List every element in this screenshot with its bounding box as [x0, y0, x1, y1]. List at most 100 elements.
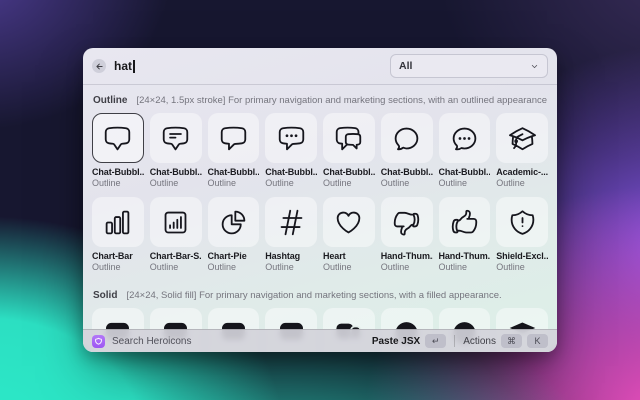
icon-style: Outline	[208, 262, 260, 272]
icon-style: Outline	[439, 262, 491, 272]
search-header: hat All	[83, 48, 557, 85]
section-title: Outline	[93, 95, 127, 106]
icon-tile[interactable]	[150, 197, 202, 247]
command-bar-brand: Search Heroicons	[112, 336, 191, 347]
icon-style: Outline	[150, 178, 202, 188]
icon-style: Outline	[265, 262, 317, 272]
icon-name: Chat-Bubbl...	[381, 167, 433, 177]
chat-bubble-bottom-center-icon	[103, 124, 132, 153]
chat-bubble-left-icon	[219, 124, 248, 153]
icon-name: Shield-Excl...	[496, 251, 548, 261]
desktop-background: hat All Outline [24×24, 1.5px stroke] Fo…	[0, 0, 640, 400]
icon-name: Chat-Bubbl...	[150, 167, 202, 177]
icon-tile[interactable]	[150, 113, 202, 163]
icon-result-chat-bubble-left[interactable]: Chat-Bubbl... Outline	[208, 113, 260, 188]
icon-tile[interactable]	[381, 113, 433, 163]
chat-bubble-bottom-center-text-icon	[161, 124, 190, 153]
section-description: [24×24, 1.5px stroke] For primary naviga…	[136, 95, 547, 106]
icon-name: Chat-Bubbl...	[439, 167, 491, 177]
icon-tile[interactable]	[439, 197, 491, 247]
chart-bar-icon	[103, 208, 132, 237]
chat-bubble-oval-left-icon	[392, 124, 421, 153]
style-filter-value: All	[399, 60, 412, 72]
icon-style: Outline	[265, 178, 317, 188]
icon-name: Chat-Bubbl...	[92, 167, 144, 177]
section-header-solid: Solid [24×24, Solid fill] For primary na…	[93, 290, 547, 301]
heroicons-search-palette: hat All Outline [24×24, 1.5px stroke] Fo…	[83, 48, 557, 352]
outline-icon-grid: Chat-Bubbl... Outline Chat-Bubbl... Outl…	[92, 113, 548, 281]
actions-menu[interactable]: Actions	[463, 336, 496, 347]
icon-name: Hashtag	[265, 251, 317, 261]
icon-tile[interactable]	[208, 197, 260, 247]
style-filter-dropdown[interactable]: All	[390, 54, 548, 78]
chevron-down-icon	[530, 62, 539, 71]
icon-tile[interactable]	[323, 113, 375, 163]
icon-name: Chart-Bar-S...	[150, 251, 202, 261]
return-key[interactable]: ↵	[425, 334, 446, 348]
icon-style: Outline	[496, 178, 548, 188]
icon-tile[interactable]	[92, 197, 144, 247]
shield-exclamation-icon	[508, 208, 537, 237]
icon-name: Chat-Bubbl...	[265, 167, 317, 177]
command-bar: Search Heroicons Paste JSX ↵ Actions ⌘ K	[83, 329, 557, 352]
arrow-left-icon	[95, 62, 104, 71]
icon-name: Chat-Bubbl...	[323, 167, 375, 177]
icon-result-chart-pie[interactable]: Chart-Pie Outline	[208, 197, 260, 272]
icon-result-academic-cap[interactable]: Academic-... Outline	[496, 113, 548, 188]
hashtag-icon	[277, 208, 306, 237]
icon-tile[interactable]	[381, 197, 433, 247]
icon-result-chat-bubble-bottom-center-text[interactable]: Chat-Bubbl... Outline	[150, 113, 202, 188]
icon-style: Outline	[150, 262, 202, 272]
heart-icon	[334, 208, 363, 237]
chat-bubble-left-right-icon	[334, 124, 363, 153]
icon-result-chart-bar[interactable]: Chart-Bar Outline	[92, 197, 144, 272]
paste-jsx-action[interactable]: Paste JSX	[372, 336, 420, 347]
icon-result-chat-bubble-oval-left-ellipsis[interactable]: Chat-Bubbl... Outline	[439, 113, 491, 188]
results-area: Outline [24×24, 1.5px stroke] For primar…	[83, 85, 557, 352]
icon-style: Outline	[323, 262, 375, 272]
chart-pie-icon	[219, 208, 248, 237]
icon-tile[interactable]	[323, 197, 375, 247]
hand-thumb-up-icon	[450, 208, 479, 237]
icon-result-shield-exclamation[interactable]: Shield-Excl... Outline	[496, 197, 548, 272]
icon-result-heart[interactable]: Heart Outline	[323, 197, 375, 272]
icon-style: Outline	[439, 178, 491, 188]
icon-tile-selected[interactable]	[92, 113, 144, 163]
icon-result-hashtag[interactable]: Hashtag Outline	[265, 197, 317, 272]
icon-tile[interactable]	[265, 113, 317, 163]
icon-name: Chat-Bubbl...	[208, 167, 260, 177]
icon-style: Outline	[496, 262, 548, 272]
icon-result-chat-bubble-left-right[interactable]: Chat-Bubbl... Outline	[323, 113, 375, 188]
icon-tile[interactable]	[496, 197, 548, 247]
back-button[interactable]	[92, 59, 106, 73]
icon-result-chart-bar-square[interactable]: Chart-Bar-S... Outline	[150, 197, 202, 272]
icon-tile[interactable]	[496, 113, 548, 163]
icon-result-hand-thumb-down[interactable]: Hand-Thum... Outline	[381, 197, 433, 272]
icon-name: Academic-...	[496, 167, 548, 177]
icon-result-chat-bubble-left-ellipsis[interactable]: Chat-Bubbl... Outline	[265, 113, 317, 188]
icon-tile[interactable]	[265, 197, 317, 247]
section-title: Solid	[93, 290, 117, 301]
icon-tile[interactable]	[208, 113, 260, 163]
chat-bubble-oval-left-ellipsis-icon	[450, 124, 479, 153]
icon-style: Outline	[323, 178, 375, 188]
footer-divider	[454, 335, 455, 347]
icon-name: Chart-Bar	[92, 251, 144, 261]
icon-name: Heart	[323, 251, 375, 261]
icon-style: Outline	[208, 178, 260, 188]
icon-tile[interactable]	[439, 113, 491, 163]
icon-name: Chart-Pie	[208, 251, 260, 261]
icon-result-hand-thumb-up[interactable]: Hand-Thum... Outline	[439, 197, 491, 272]
search-input[interactable]: hat	[114, 59, 132, 73]
chart-bar-square-icon	[161, 208, 190, 237]
heroicons-shield-icon	[94, 337, 103, 346]
icon-result-chat-bubble-bottom-center[interactable]: Chat-Bubbl... Outline	[92, 113, 144, 188]
section-description: [24×24, Solid fill] For primary navigati…	[126, 290, 501, 301]
icon-result-chat-bubble-oval-left[interactable]: Chat-Bubbl... Outline	[381, 113, 433, 188]
command-key[interactable]: ⌘	[501, 334, 522, 348]
k-key[interactable]: K	[527, 334, 548, 348]
hand-thumb-down-icon	[392, 208, 421, 237]
chat-bubble-left-ellipsis-icon	[277, 124, 306, 153]
icon-name: Hand-Thum...	[439, 251, 491, 261]
icon-style: Outline	[92, 178, 144, 188]
